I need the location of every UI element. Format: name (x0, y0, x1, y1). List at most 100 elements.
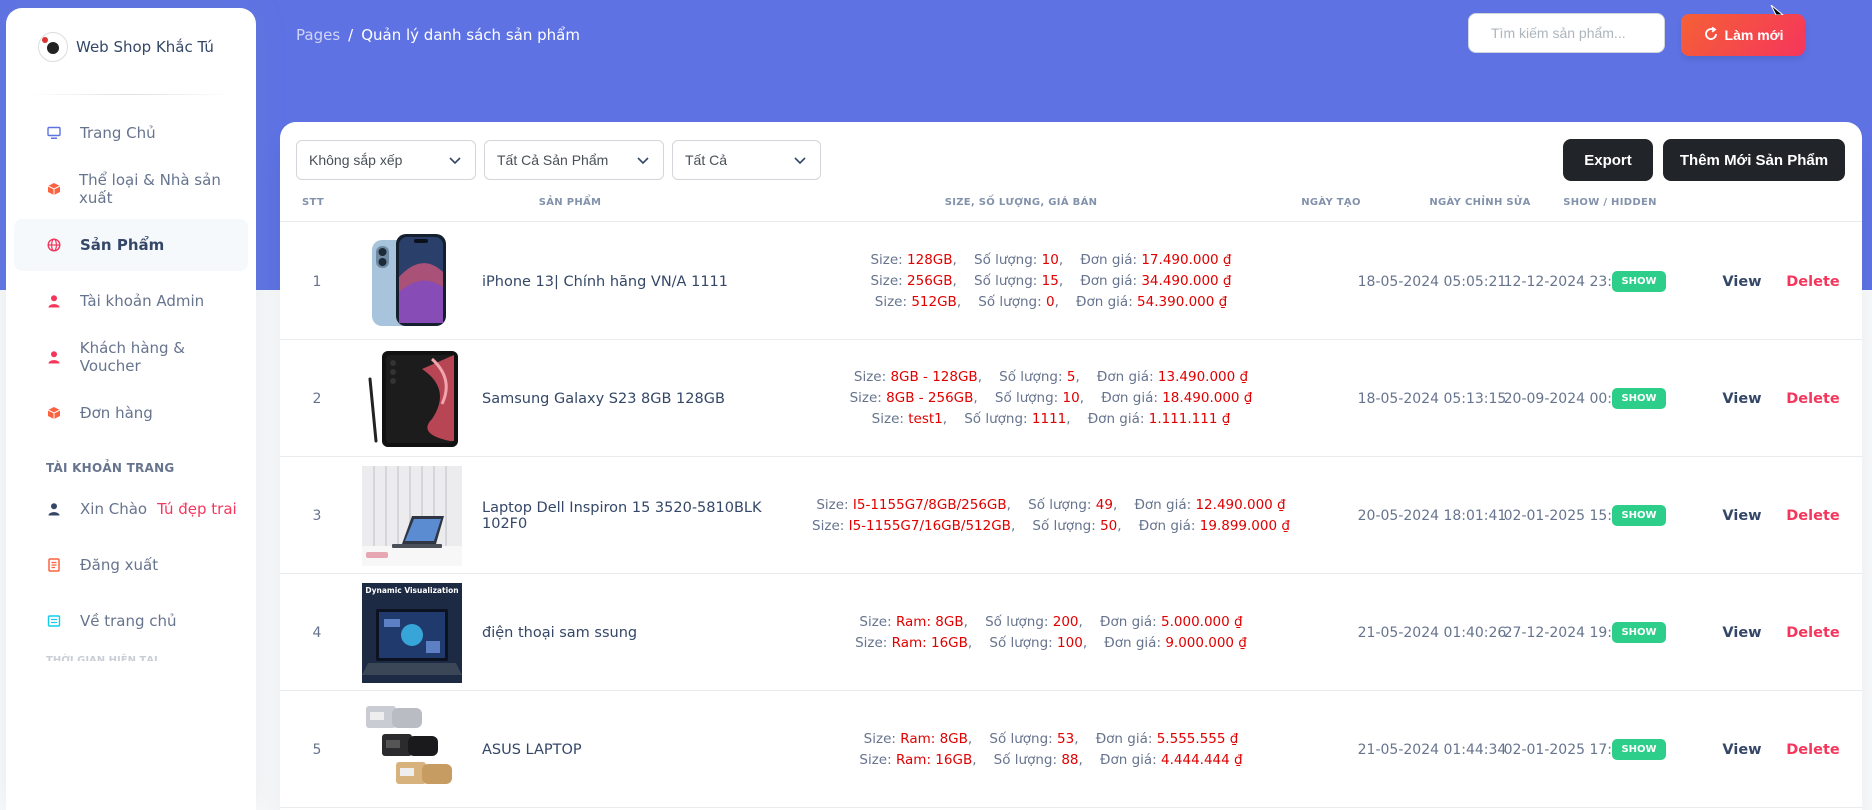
sidebar-item-label: Đơn hàng (80, 404, 153, 422)
greeting-name: Tú đẹp trai (157, 500, 237, 518)
variant-price: 5.000.000 ₫ (1161, 613, 1243, 630)
breadcrumb-current: Quản lý danh sách sản phẩm (361, 26, 580, 44)
size-label: Size: (816, 496, 849, 513)
category-select-value: Tất Cả Sản Phẩm (497, 152, 609, 168)
variant-price: 17.490.000 ₫ (1141, 252, 1232, 268)
variant-price: 54.390.000 ₫ (1137, 294, 1228, 310)
qty-label: Số lượng: (1028, 496, 1092, 513)
user-icon (46, 349, 62, 365)
brand[interactable]: Web Shop Khắc Tú (6, 8, 256, 86)
variant-size: I5-1155G7/8GB/256GB (852, 496, 1007, 513)
sidebar-item-home[interactable]: Trang Chủ (14, 107, 248, 159)
product-name: Laptop Dell Inspiron 15 3520-5810BLK 102… (482, 499, 762, 532)
status-badge[interactable]: SHOW (1612, 739, 1666, 760)
variant-qty: 100 (1057, 634, 1083, 651)
qty-label: Số lượng: (999, 369, 1063, 385)
search-input[interactable] (1468, 13, 1665, 53)
delete-link[interactable]: Delete (1778, 457, 1848, 574)
sidebar-item-orders[interactable]: Đơn hàng (14, 387, 248, 439)
sidebar-item-categories[interactable]: Thể loại & Nhà sản xuất (14, 163, 248, 215)
sort-select[interactable]: Không sắp xếp (296, 140, 476, 180)
view-link[interactable]: View (1710, 223, 1774, 340)
refresh-button[interactable]: Làm mới (1681, 14, 1805, 56)
view-link[interactable]: View (1710, 340, 1774, 457)
sidebar-item-label: Đăng xuất (80, 556, 159, 574)
qty-label: Số lượng: (985, 613, 1049, 630)
variant-line: Size: 8GB - 256GB, Số lượng: 10, Đơn giá… (849, 390, 1253, 406)
variants-cell: Size: 8GB - 128GB, Số lượng: 5, Đơn giá:… (800, 340, 1302, 457)
monitor-icon (46, 125, 62, 141)
variant-price: 5.555.555 ₫ (1156, 730, 1239, 747)
box-icon (46, 181, 61, 197)
document-icon (46, 557, 62, 573)
sidebar-item-back-home[interactable]: Về trang chủ (14, 595, 248, 647)
chevron-down-icon (449, 152, 461, 168)
status-badge[interactable]: SHOW (1612, 505, 1666, 526)
status-cell: SHOW (1594, 457, 1684, 574)
status-cell: SHOW (1594, 691, 1684, 808)
add-product-button[interactable]: Thêm Mới Sản Phẩm (1663, 139, 1845, 181)
price-label: Đơn giá: (1138, 517, 1196, 534)
variant-line: Size: 256GB, Số lượng: 15, Đơn giá: 34.4… (870, 273, 1232, 289)
variant-qty: 10 (1041, 252, 1059, 268)
view-link[interactable]: View (1710, 691, 1774, 808)
variant-size: 256GB (907, 273, 953, 289)
variant-line: Size: test1, Số lượng: 1111, Đơn giá: 1.… (871, 411, 1231, 427)
size-label: Size: (859, 751, 892, 768)
box-icon (46, 405, 62, 421)
view-link[interactable]: View (1710, 574, 1774, 691)
category-select[interactable]: Tất Cả Sản Phẩm (484, 140, 664, 180)
price-label: Đơn giá: (1095, 730, 1153, 747)
laptop-image (362, 465, 462, 566)
size-label: Size: (812, 517, 845, 534)
price-label: Đơn giá: (1100, 751, 1157, 768)
row-index: 1 (312, 273, 322, 290)
qty-label: Số lượng: (989, 730, 1053, 747)
variant-line: Size: 128GB, Số lượng: 10, Đơn giá: 17.4… (870, 252, 1232, 268)
variant-qty: 49 (1095, 496, 1113, 513)
iphone-image (362, 232, 462, 332)
export-button[interactable]: Export (1563, 139, 1653, 181)
price-label: Đơn giá: (1080, 252, 1138, 268)
price-label: Đơn giá: (1087, 411, 1145, 427)
status-cell: SHOW (1594, 223, 1684, 340)
breadcrumb-root[interactable]: Pages (296, 26, 340, 44)
variant-price: 19.899.000 ₫ (1199, 517, 1290, 534)
variant-qty: 15 (1041, 273, 1059, 289)
time-section-title: THỜI GIAN HIỆN TẠI (46, 655, 158, 661)
sidebar-item-products[interactable]: Sản Phẩm (14, 219, 248, 271)
status-badge[interactable]: SHOW (1612, 622, 1666, 643)
delete-link[interactable]: Delete (1778, 574, 1848, 691)
table-row: 2 Samsung Galaxy S23 8GB 128GB Size: 8GB… (280, 340, 1862, 457)
delete-link[interactable]: Delete (1778, 691, 1848, 808)
table-row: 3 Laptop Dell Inspiron 15 3520-5810BLK 1… (280, 457, 1862, 574)
row-index: 3 (312, 507, 322, 524)
thumbnail-cell (362, 223, 462, 340)
variant-qty: 88 (1061, 751, 1079, 768)
sidebar-item-admin-accounts[interactable]: Tài khoản Admin (14, 275, 248, 327)
sidebar-item-greeting[interactable]: Xin Chào Tú đẹp trai (14, 483, 248, 535)
user-icon (46, 501, 62, 517)
qty-label: Số lượng: (964, 411, 1028, 427)
brand-logo (38, 32, 68, 62)
price-label: Đơn giá: (1134, 496, 1192, 513)
status-badge[interactable]: SHOW (1612, 388, 1666, 409)
delete-link[interactable]: Delete (1778, 223, 1848, 340)
sort-select-value: Không sắp xếp (309, 152, 403, 168)
visualization-image: Dynamic Visualization (362, 582, 462, 683)
qty-label: Số lượng: (974, 252, 1038, 268)
product-name: điện thoại sam ssung (482, 624, 638, 641)
refresh-label: Làm mới (1724, 27, 1784, 43)
status-select-value: Tất Cả (685, 152, 728, 168)
delete-link[interactable]: Delete (1778, 340, 1848, 457)
status-cell: SHOW (1594, 340, 1684, 457)
sidebar-item-customers-vouchers[interactable]: Khách hàng & Voucher (14, 331, 248, 383)
sidebar-item-logout[interactable]: Đăng xuất (14, 539, 248, 591)
status-badge[interactable]: SHOW (1612, 271, 1666, 292)
view-link[interactable]: View (1710, 457, 1774, 574)
variant-line: Size: Ram: 8GB, Số lượng: 53, Đơn giá: 5… (863, 730, 1239, 747)
size-label: Size: (870, 273, 903, 289)
variant-line: Size: Ram: 8GB, Số lượng: 200, Đơn giá: … (859, 613, 1243, 630)
usb-adapters-image (362, 700, 462, 800)
status-select[interactable]: Tất Cả (672, 140, 821, 180)
